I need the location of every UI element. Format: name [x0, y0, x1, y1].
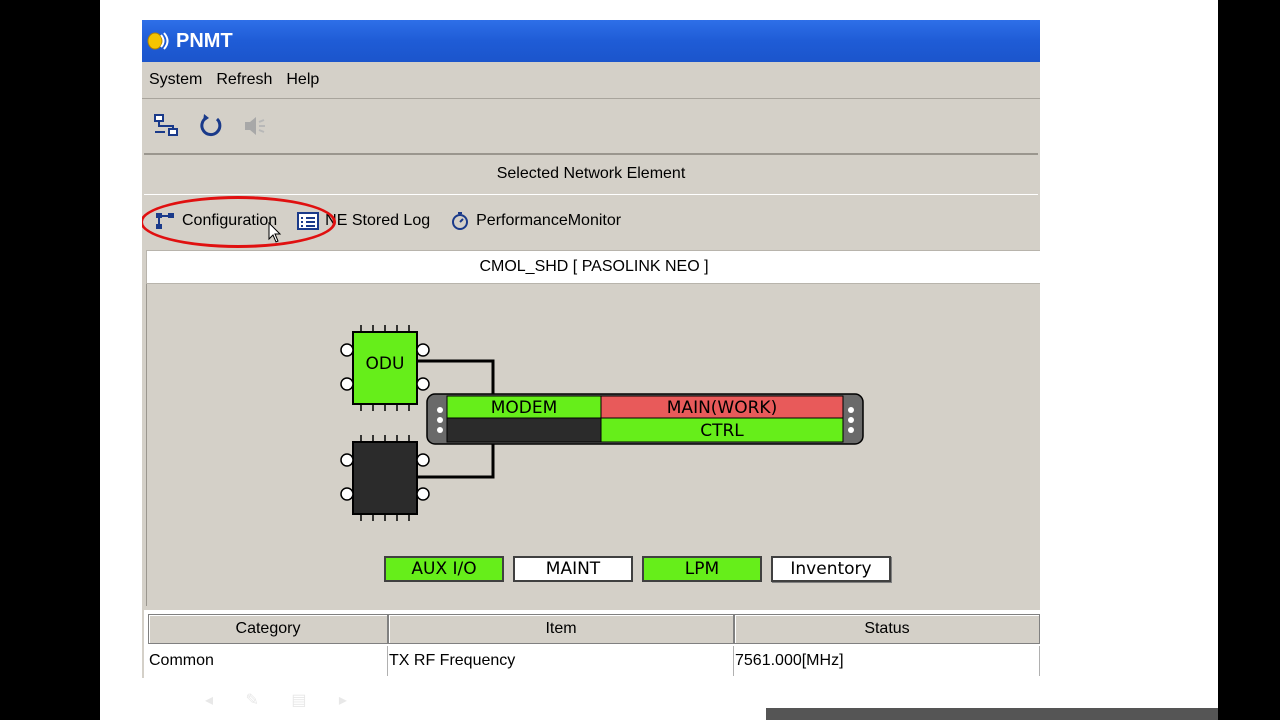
- cell-item: TX RF Frequency: [388, 646, 734, 676]
- modem-slot[interactable]: MODEM: [446, 395, 602, 419]
- aux-io-button[interactable]: AUX I/O: [384, 556, 504, 582]
- menu-bar: System Refresh Help: [142, 62, 1040, 99]
- module-buttons: AUX I/O MAINT LPM Inventory: [384, 556, 891, 582]
- ctrl-label: CTRL: [700, 421, 744, 441]
- pnmt-logo-icon: [147, 32, 169, 50]
- stopwatch-icon: [452, 212, 469, 230]
- window-title: PNMT: [176, 29, 233, 52]
- odu-unit-2[interactable]: [340, 435, 430, 521]
- sound-button[interactable]: [238, 109, 272, 143]
- video-progress-bar: [766, 708, 1218, 720]
- refresh-button[interactable]: [194, 109, 228, 143]
- table-row[interactable]: Common TX RF Frequency 7561.000[MHz]: [148, 646, 1040, 676]
- network-icon: [154, 113, 178, 136]
- title-bar: PNMT: [142, 20, 1040, 62]
- lpm-button[interactable]: LPM: [642, 556, 762, 582]
- cell-status: 7561.000[MHz]: [734, 646, 1040, 676]
- tab-ne-stored-log[interactable]: NE Stored Log: [287, 201, 440, 241]
- modem-slot-2[interactable]: [446, 417, 602, 443]
- odu-unit[interactable]: ODU: [340, 325, 430, 411]
- tab-performance-monitor-label: PerformanceMonitor: [476, 212, 622, 229]
- menu-refresh[interactable]: Refresh: [209, 71, 279, 89]
- log-icon: [297, 212, 320, 230]
- status-table: Category Item Status Common TX RF Freque…: [144, 610, 1040, 678]
- mouse-cursor-icon: [268, 222, 282, 243]
- menu-system[interactable]: System: [142, 71, 209, 89]
- column-header-status[interactable]: Status: [734, 614, 1040, 644]
- odu-label: ODU: [366, 354, 405, 374]
- configuration-icon: [156, 213, 174, 229]
- tab-configuration[interactable]: Configuration: [144, 201, 287, 241]
- toolbar: [142, 99, 1040, 152]
- column-header-item[interactable]: Item: [388, 614, 734, 644]
- main-work-label: MAIN(WORK): [667, 398, 777, 418]
- tab-ne-stored-log-label: NE Stored Log: [325, 212, 431, 229]
- maint-button[interactable]: MAINT: [513, 556, 633, 582]
- equipment-svg: ODU MODEM MAIN(WORK) CTRL: [340, 325, 864, 521]
- inventory-button[interactable]: Inventory: [771, 556, 891, 582]
- network-button[interactable]: [150, 109, 184, 143]
- tab-performance-monitor[interactable]: PerformanceMonitor: [440, 201, 631, 241]
- right-letterbox: [1218, 0, 1280, 720]
- speaker-icon: [245, 116, 265, 135]
- table-header: Category Item Status: [148, 614, 1040, 644]
- menu-help[interactable]: Help: [279, 71, 326, 89]
- slide-controls: ◂ ✎ ▤ ▸: [205, 692, 361, 709]
- modem-label: MODEM: [491, 398, 558, 418]
- ctrl-slot[interactable]: CTRL: [600, 417, 844, 443]
- equipment-diagram: ODU MODEM MAIN(WORK) CTRL AUX I/O MAINT …: [146, 284, 1040, 606]
- column-header-category[interactable]: Category: [148, 614, 388, 644]
- selected-ne-header: Selected Network Element: [144, 153, 1038, 193]
- pnmt-window: PNMT System Refresh Help Selected Networ…: [142, 20, 1040, 678]
- tab-configuration-label: Configuration: [182, 212, 278, 229]
- main-work-slot[interactable]: MAIN(WORK): [600, 395, 844, 419]
- cell-category: Common: [148, 646, 388, 676]
- refresh-icon: [200, 113, 222, 136]
- ne-name-field: CMOL_SHD [ PASOLINK NEO ]: [146, 250, 1040, 284]
